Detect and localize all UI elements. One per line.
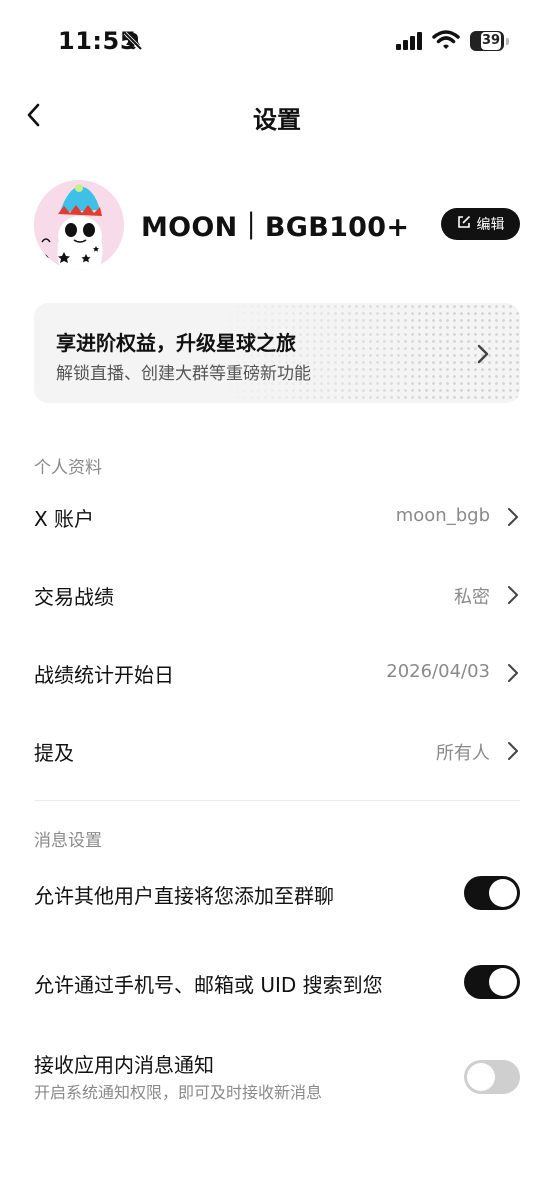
profile-username: MOON｜BGB100+ [141, 212, 410, 243]
muted-bell-icon [122, 30, 144, 56]
row-value: 所有人 [436, 743, 490, 764]
toggle-allow-search[interactable] [464, 965, 520, 999]
row-label: 接收应用内消息通知 [34, 1053, 214, 1077]
row-label: 允许通过手机号、邮箱或 UID 搜索到您 [34, 973, 383, 997]
section-label-messages: 消息设置 [34, 831, 102, 851]
edit-label: 编辑 [476, 217, 505, 233]
section-label-personal: 个人资料 [34, 458, 102, 478]
battery-cap [506, 38, 509, 45]
chevron-right-icon [506, 663, 520, 687]
edit-profile-button[interactable]: 编辑 [441, 208, 520, 240]
toggle-knob [489, 879, 517, 907]
row-x-account[interactable]: X 账户 moon_bgb [34, 487, 520, 547]
nav-header: 设置 [0, 90, 554, 140]
row-label: 允许其他用户直接将您添加至群聊 [34, 884, 334, 908]
avatar[interactable] [34, 180, 124, 270]
battery-level: 39 [481, 32, 501, 50]
row-label: 提及 [34, 741, 74, 765]
row-stats-start-date[interactable]: 战绩统计开始日 2026/04/03 [34, 643, 520, 703]
cellular-signal-icon [396, 32, 424, 54]
banner-subtitle: 解锁直播、创建大群等重磅新功能 [56, 364, 311, 384]
row-subtitle: 开启系统通知权限，即可及时接收新消息 [34, 1083, 323, 1102]
row-label: 战绩统计开始日 [34, 663, 174, 687]
status-bar: 11:55 39 [0, 0, 554, 80]
row-mentions[interactable]: 提及 所有人 [34, 721, 520, 781]
toggle-knob [467, 1063, 495, 1091]
toggle-in-app-notifications[interactable] [464, 1060, 520, 1094]
page-title: 设置 [253, 106, 301, 134]
battery-icon: 39 [470, 31, 504, 51]
chevron-right-icon [476, 343, 490, 369]
row-label: 交易战绩 [34, 585, 114, 609]
chevron-right-icon [506, 507, 520, 531]
row-allow-group-add: 允许其他用户直接将您添加至群聊 [34, 864, 520, 924]
row-value: 2026/04/03 [386, 661, 490, 682]
row-trading-record[interactable]: 交易战绩 私密 [34, 565, 520, 625]
wifi-icon [432, 29, 460, 55]
row-in-app-notifications: 接收应用内消息通知 开启系统通知权限，即可及时接收新消息 [34, 1033, 520, 1113]
banner-title: 享进阶权益，升级星球之旅 [56, 331, 296, 355]
section-divider [34, 800, 520, 801]
row-label: X 账户 [34, 507, 95, 531]
row-allow-search: 允许通过手机号、邮箱或 UID 搜索到您 [34, 953, 520, 1013]
toggle-allow-group-add[interactable] [464, 876, 520, 910]
edit-icon [457, 215, 471, 233]
row-value: moon_bgb [395, 505, 490, 526]
chevron-right-icon [506, 741, 520, 765]
chevron-right-icon [506, 585, 520, 609]
upgrade-banner[interactable]: 享进阶权益，升级星球之旅 解锁直播、创建大群等重磅新功能 [34, 303, 520, 403]
row-value: 私密 [454, 587, 490, 608]
toggle-knob [489, 968, 517, 996]
